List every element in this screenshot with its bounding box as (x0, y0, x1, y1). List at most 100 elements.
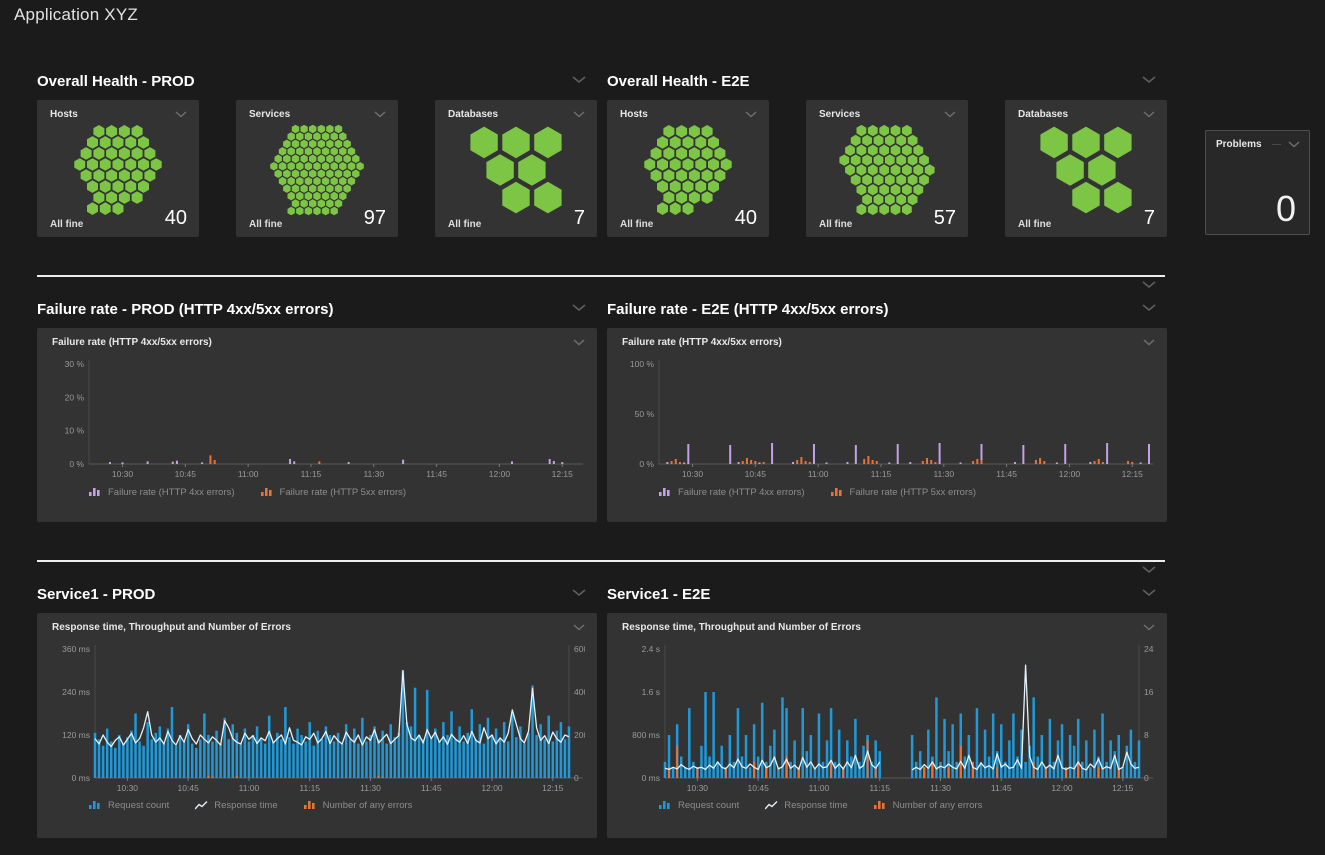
section-divider (37, 275, 1165, 277)
chevron-down-icon[interactable] (1142, 566, 1156, 574)
health-tile-services-prod[interactable]: Services All fine 97 (236, 100, 398, 237)
section-title-service1-e2e: Service1 - E2E (607, 586, 710, 603)
chart-title: Response time, Throughput and Number of … (622, 622, 861, 633)
svg-text:30 %: 30 % (65, 359, 85, 369)
entity-count: 57 (934, 207, 956, 230)
section-title-health-e2e: Overall Health - E2E (607, 73, 750, 90)
svg-text:0 ms: 0 ms (72, 773, 90, 783)
problems-tile[interactable]: Problems 0 (1205, 130, 1310, 235)
health-tile-hosts-e2e[interactable]: Hosts All fine 40 (607, 100, 769, 237)
chevron-down-icon[interactable] (944, 111, 956, 118)
svg-text:11:00: 11:00 (808, 469, 829, 479)
tile-title: Databases (448, 109, 498, 120)
chart-legend: Failure rate (HTTP 4xx errors)Failure ra… (659, 487, 1167, 498)
chevron-down-icon[interactable] (1288, 141, 1300, 148)
legend-label: Response time (784, 800, 847, 811)
tile-title: Databases (1018, 109, 1068, 120)
chevron-down-icon[interactable] (1143, 339, 1155, 346)
line-series-icon (195, 800, 208, 811)
bar-series-icon (304, 800, 317, 811)
svg-text:11:15: 11:15 (299, 783, 320, 793)
health-tile-databases-e2e[interactable]: Databases All fine 7 (1005, 100, 1167, 237)
tile-title: Services (249, 109, 290, 120)
chevron-down-icon[interactable] (374, 111, 386, 118)
legend-item: Failure rate (HTTP 5xx errors) (831, 487, 977, 498)
dashboard-title: Application XYZ (14, 5, 138, 25)
problems-trend-dash (1272, 144, 1281, 145)
svg-text:11:45: 11:45 (421, 783, 442, 793)
chevron-down-icon[interactable] (572, 76, 586, 84)
entity-count: 40 (735, 207, 757, 230)
tile-title: Services (819, 109, 860, 120)
status-text: All fine (50, 219, 83, 230)
svg-text:11:00: 11:00 (809, 783, 830, 793)
chevron-down-icon[interactable] (572, 304, 586, 312)
line-series-icon (765, 800, 778, 811)
chart-title: Failure rate (HTTP 4xx/5xx errors) (52, 337, 212, 348)
svg-text:120 ms: 120 ms (62, 730, 90, 740)
svg-text:10:45: 10:45 (745, 469, 767, 479)
chevron-down-icon[interactable] (573, 624, 585, 631)
legend-item: Request count (89, 800, 169, 811)
chevron-down-icon[interactable] (573, 339, 585, 346)
chevron-down-icon[interactable] (573, 111, 585, 118)
svg-text:12:15: 12:15 (1112, 783, 1134, 793)
legend-item: Response time (195, 800, 277, 811)
failure-rate-prod-tile[interactable]: Failure rate (HTTP 4xx/5xx errors) 30 % 2… (37, 328, 597, 522)
problems-count: 0 (1276, 188, 1296, 230)
svg-text:2.4 s: 2.4 s (642, 644, 660, 654)
section-title-service1-prod: Service1 - PROD (37, 586, 155, 603)
chevron-down-icon[interactable] (572, 589, 586, 597)
svg-text:20 %: 20 % (65, 392, 85, 402)
bar-series-icon (89, 487, 102, 498)
svg-text:10:45: 10:45 (748, 783, 770, 793)
entity-count: 7 (574, 207, 585, 230)
health-tile-databases-prod[interactable]: Databases All fine 7 (435, 100, 597, 237)
chevron-down-icon[interactable] (1142, 281, 1156, 289)
honeycomb-services (812, 122, 962, 218)
svg-text:10:45: 10:45 (178, 783, 200, 793)
chevron-down-icon[interactable] (1142, 304, 1156, 312)
svg-text:100 %: 100 % (630, 359, 655, 369)
service1-prod-tile[interactable]: Response time, Throughput and Number of … (37, 613, 597, 838)
svg-text:11:15: 11:15 (869, 783, 890, 793)
chevron-down-icon[interactable] (745, 111, 757, 118)
svg-text:11:15: 11:15 (871, 469, 892, 479)
section-divider (37, 560, 1165, 562)
entity-count: 7 (1144, 207, 1155, 230)
chevron-down-icon[interactable] (1142, 589, 1156, 597)
service1-e2e-tile[interactable]: Response time, Throughput and Number of … (607, 613, 1167, 838)
svg-text:10:30: 10:30 (687, 783, 709, 793)
failure-rate-prod-chart: 30 %20 %10 %0 %10:3010:4511:0011:1511:30… (49, 352, 585, 484)
chart-legend: Request countResponse timeNumber of any … (659, 800, 1167, 811)
section-title-failure-prod: Failure rate - PROD (HTTP 4xx/5xx errors… (37, 301, 334, 318)
legend-item: Response time (765, 800, 847, 811)
svg-text:400: 400 (574, 687, 585, 697)
section-title-health-prod: Overall Health - PROD (37, 73, 195, 90)
svg-text:800 ms: 800 ms (632, 730, 660, 740)
svg-text:240 ms: 240 ms (62, 687, 90, 697)
svg-text:10:30: 10:30 (112, 469, 134, 479)
svg-text:11:00: 11:00 (238, 469, 259, 479)
svg-text:10:30: 10:30 (117, 783, 139, 793)
failure-rate-e2e-tile[interactable]: Failure rate (HTTP 4xx/5xx errors) 100 %… (607, 328, 1167, 522)
legend-item: Request count (659, 800, 739, 811)
honeycomb-services (242, 122, 392, 218)
svg-text:0: 0 (574, 773, 579, 783)
chevron-down-icon[interactable] (1143, 111, 1155, 118)
status-text: All fine (448, 219, 481, 230)
entity-count: 40 (165, 207, 187, 230)
health-tile-hosts-prod[interactable]: Hosts All fine 40 (37, 100, 199, 237)
chevron-down-icon[interactable] (175, 111, 187, 118)
legend-label: Response time (214, 800, 277, 811)
chevron-down-icon[interactable] (1143, 624, 1155, 631)
health-tile-services-e2e[interactable]: Services All fine 57 (806, 100, 968, 237)
svg-text:200: 200 (574, 730, 585, 740)
svg-text:0 ms: 0 ms (642, 773, 660, 783)
svg-text:0: 0 (1144, 773, 1149, 783)
svg-text:12:00: 12:00 (1059, 469, 1081, 479)
chart-legend: Failure rate (HTTP 4xx errors)Failure ra… (89, 487, 597, 498)
tile-title: Hosts (50, 109, 78, 120)
failure-rate-e2e-chart: 100 %50 %0 %10:3010:4511:0011:1511:3011:… (619, 352, 1155, 484)
chevron-down-icon[interactable] (1142, 76, 1156, 84)
